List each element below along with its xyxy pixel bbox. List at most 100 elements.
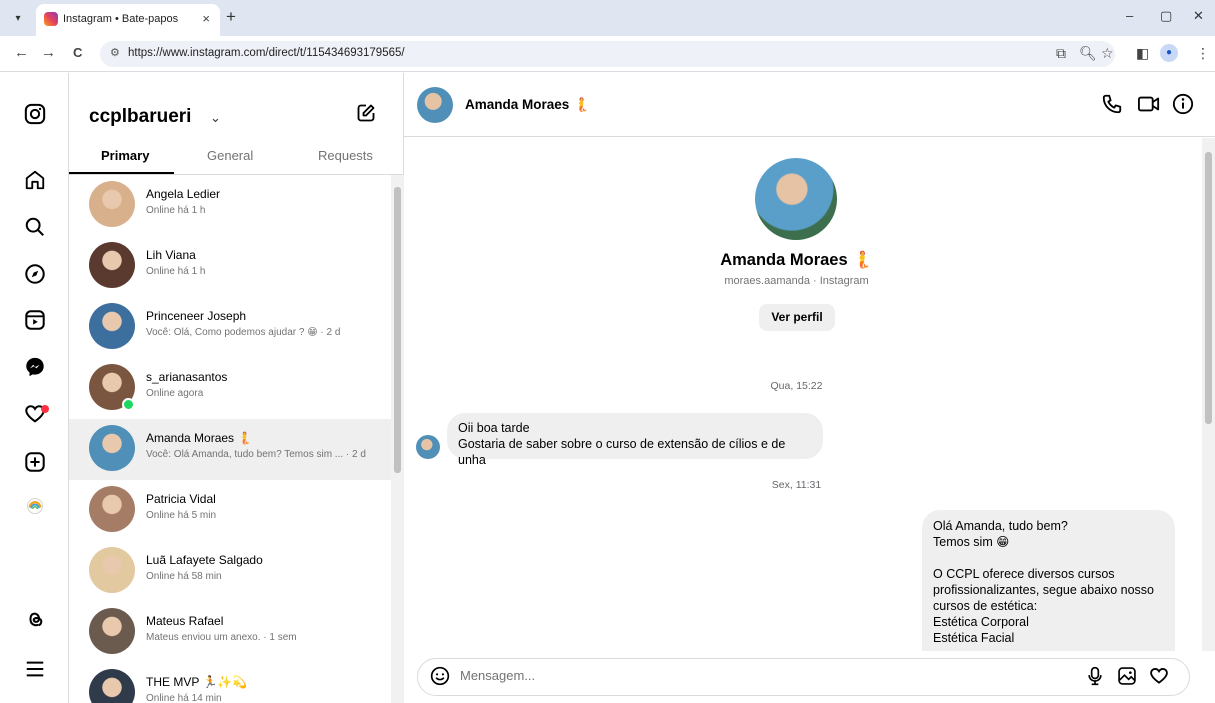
thread-list: Angela Ledier Online há 1 h Lih Viana Onlin… [69, 175, 391, 703]
sender-avatar[interactable] [416, 435, 440, 459]
create-icon[interactable] [22, 451, 48, 477]
thread-row[interactable]: THE MVP 🏃✨💫 Online há 14 min [69, 663, 391, 703]
thread-row[interactable]: Princeneer Joseph Você: Olá, Como podemos… [69, 297, 391, 358]
message-line: Oii boa tarde [458, 421, 530, 435]
chat-contact-name[interactable]: Amanda Moraes 🧜 [465, 97, 590, 113]
thread-avatar[interactable] [89, 425, 135, 471]
close-window-button[interactable]: ✕ [1193, 8, 1204, 24]
menu-icon[interactable] [22, 658, 48, 684]
thread-row[interactable]: Mateus Rafael Mateus enviou um anexo. · 1… [69, 602, 391, 663]
tab-search-chevron-icon[interactable]: ▾ [8, 9, 28, 29]
chat-scrollbar-thumb[interactable] [1205, 152, 1212, 424]
online-indicator [122, 398, 135, 411]
browser-tab-strip: ▾ Instagram • Bate-papos × + – ▢ ✕ [0, 0, 1215, 36]
reels-icon[interactable] [22, 309, 48, 335]
message-line: Estética Facial [933, 631, 1015, 645]
thread-avatar[interactable] [89, 608, 135, 654]
conversation-area: Amanda Moraes 🧜 moraes.aamanda · Instagr… [404, 138, 1202, 651]
outgoing-message[interactable]: Olá Amanda, tudo bem? Temos sim 😁 O CCPL… [922, 510, 1175, 651]
thread-status: Mateus enviou um anexo. · 1 sem [146, 632, 297, 643]
thread-row[interactable]: s_arianasantos Online agora [69, 358, 391, 419]
thread-status: Online há 1 h [146, 205, 206, 216]
thread-avatar[interactable] [89, 486, 135, 532]
profile-avatar-icon[interactable]: ● [1160, 44, 1178, 62]
profile-icon[interactable] [22, 497, 48, 523]
timestamp: Sex, 11:31 [771, 479, 822, 491]
thread-avatar[interactable] [89, 303, 135, 349]
message-input[interactable] [460, 668, 1020, 683]
browser-tab[interactable]: Instagram • Bate-papos × [36, 4, 220, 36]
thread-row[interactable]: Amanda Moraes 🧜 Você: Olá Amanda, tudo be… [69, 419, 391, 480]
chat-avatar[interactable] [417, 87, 453, 123]
incoming-message[interactable]: Oii boa tarde Gostaria de saber sobre o … [447, 413, 823, 467]
reload-button[interactable]: C [73, 45, 82, 60]
new-message-icon[interactable] [356, 103, 376, 129]
instagram-nav-rail [0, 73, 69, 703]
side-panel-icon[interactable]: ◧ [1136, 45, 1149, 62]
thread-name: Patricia Vidal [146, 492, 216, 506]
minimize-button[interactable]: – [1126, 8, 1133, 23]
view-profile-button[interactable]: Ver perfil [759, 304, 835, 331]
thread-avatar[interactable] [89, 181, 135, 227]
profile-picture[interactable] [755, 158, 837, 240]
tab-requests[interactable]: Requests [318, 148, 373, 163]
explore-icon[interactable] [22, 263, 48, 289]
search-icon[interactable] [22, 216, 48, 242]
chat-scrollbar[interactable] [1202, 138, 1215, 651]
inbox-tabs: Primary General Requests [69, 145, 404, 175]
inbox-scrollbar[interactable] [391, 175, 404, 703]
thread-status: Online há 1 h [146, 266, 206, 277]
message-line: Olá Amanda, tudo bem? [933, 519, 1068, 533]
install-app-icon[interactable]: ⧉ [1056, 45, 1066, 62]
thread-avatar[interactable] [89, 547, 135, 593]
site-info-icon[interactable]: ⚙ [110, 46, 120, 59]
thread-name: Lih Viana [146, 248, 196, 262]
tab-title: Instagram • Bate-papos [63, 13, 179, 25]
address-bar[interactable]: ⚙ https://www.instagram.com/direct/t/115… [100, 41, 1115, 67]
zoom-icon[interactable]: 🔍︎ [1079, 45, 1097, 62]
account-name[interactable]: ccplbarueri [89, 106, 191, 128]
bookmark-star-icon[interactable]: ☆ [1101, 45, 1114, 62]
threads-icon[interactable] [22, 608, 48, 634]
phone-call-icon[interactable] [1101, 93, 1123, 121]
thread-name: Amanda Moraes 🧜 [146, 431, 253, 445]
info-icon[interactable] [1172, 93, 1194, 121]
thread-row[interactable]: Angela Ledier Online há 1 h [69, 175, 391, 236]
tab-general[interactable]: General [207, 148, 253, 163]
url-text: https://www.instagram.com/direct/t/11543… [128, 47, 405, 59]
message-line: Gostaria de saber sobre o curso de exten… [458, 437, 786, 467]
message-composer [417, 658, 1190, 696]
microphone-icon[interactable] [1086, 666, 1104, 691]
maximize-button[interactable]: ▢ [1160, 8, 1172, 24]
inbox-scrollbar-thumb[interactable] [394, 187, 401, 473]
messenger-icon[interactable] [22, 356, 48, 382]
thread-status: Online há 14 min [146, 693, 222, 703]
back-button[interactable]: ← [14, 44, 29, 61]
message-line: Temos sim 😁 [933, 535, 1010, 549]
browser-menu-icon[interactable]: ⋮ [1196, 45, 1210, 62]
thread-name: Princeneer Joseph [146, 309, 247, 323]
inbox-panel: ccplbarueri ⌄ Primary General Requests A… [69, 73, 404, 703]
tab-close-icon[interactable]: × [202, 11, 210, 26]
home-icon[interactable] [22, 169, 48, 195]
instagram-icon[interactable] [22, 103, 48, 129]
chevron-down-icon[interactable]: ⌄ [210, 110, 221, 126]
thread-row[interactable]: Patricia Vidal Online há 5 min [69, 480, 391, 541]
thread-row[interactable]: Lih Viana Online há 1 h [69, 236, 391, 297]
thread-name: Luã Lafayete Salgado [146, 553, 263, 567]
image-upload-icon[interactable] [1117, 666, 1137, 691]
video-call-icon[interactable] [1137, 93, 1161, 121]
browser-toolbar: ← → C ⚙ https://www.instagram.com/direct… [0, 36, 1215, 72]
thread-avatar[interactable] [89, 669, 135, 703]
heart-icon[interactable] [1149, 666, 1169, 691]
thread-status: Online há 58 min [146, 571, 222, 582]
thread-avatar[interactable] [89, 242, 135, 288]
notification-dot [41, 405, 49, 413]
chat-header: Amanda Moraes 🧜 [404, 73, 1215, 137]
thread-status: Você: Olá Amanda, tudo bem? Temos sim ..… [146, 449, 366, 460]
new-tab-button[interactable]: + [226, 8, 236, 26]
thread-row[interactable]: Luã Lafayete Salgado Online há 58 min [69, 541, 391, 602]
tab-primary[interactable]: Primary [101, 148, 149, 163]
emoji-icon[interactable] [430, 666, 450, 691]
forward-button[interactable]: → [41, 44, 56, 61]
